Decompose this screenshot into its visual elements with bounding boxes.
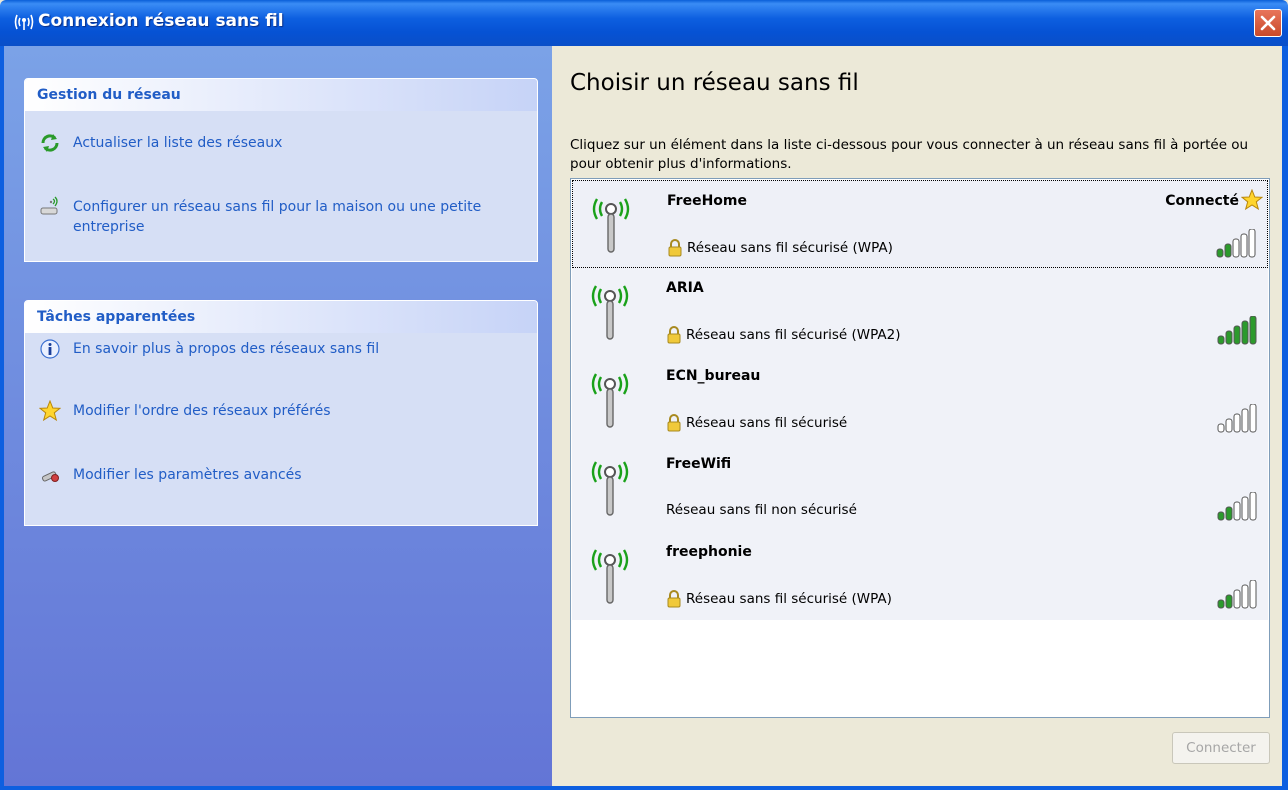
network-name: ARIA xyxy=(666,280,704,296)
wireless-network-icon xyxy=(14,14,34,30)
network-item[interactable]: ECN_bureau Réseau sans fil sécurisé xyxy=(572,356,1268,444)
refresh-networks-link[interactable]: Actualiser la liste des réseaux xyxy=(39,133,513,154)
learn-wireless-label: En savoir plus à propos des réseaux sans… xyxy=(73,341,380,357)
title-bar[interactable]: Connexion réseau sans fil xyxy=(0,0,1288,46)
page-title: Choisir un réseau sans fil xyxy=(570,70,859,96)
wireless-setup-icon xyxy=(40,196,58,215)
main-pane: Choisir un réseau sans fil Cliquez sur u… xyxy=(552,46,1282,786)
connection-status: Connecté xyxy=(1165,193,1239,209)
network-security-label: Réseau sans fil sécurisé xyxy=(686,415,848,431)
setup-wireless-network-label: Configurer un réseau sans fil pour la ma… xyxy=(73,199,482,235)
network-security-label: Réseau sans fil non sécurisé xyxy=(666,502,857,518)
refresh-networks-label: Actualiser la liste des réseaux xyxy=(73,135,283,151)
lock-icon xyxy=(668,239,682,257)
signal-strength-icon xyxy=(1216,229,1256,258)
lock-icon xyxy=(667,326,681,344)
signal-strength-icon xyxy=(1217,404,1257,433)
network-name: FreeWifi xyxy=(666,456,732,472)
network-name: FreeHome xyxy=(667,193,747,209)
network-security: Réseau sans fil sécurisé xyxy=(666,414,847,432)
advanced-settings-link[interactable]: Modifier les paramètres avancés xyxy=(39,465,513,486)
network-security-label: Réseau sans fil sécurisé (WPA2) xyxy=(686,327,901,343)
wireless-antenna-icon xyxy=(591,549,629,604)
task-pane: Gestion du réseau Actualiser la liste de… xyxy=(4,46,552,786)
network-name: ECN_bureau xyxy=(666,368,761,384)
connect-button[interactable]: Connecter xyxy=(1172,732,1270,764)
signal-strength-icon xyxy=(1217,316,1257,345)
network-security-label: Réseau sans fil sécurisé (WPA) xyxy=(687,240,893,256)
network-security: Réseau sans fil sécurisé (WPA) xyxy=(667,239,893,257)
window-title: Connexion réseau sans fil xyxy=(38,11,284,31)
preferred-order-label: Modifier l'ordre des réseaux préférés xyxy=(73,403,331,419)
wireless-antenna-icon xyxy=(591,285,629,340)
advanced-settings-label: Modifier les paramètres avancés xyxy=(73,467,302,483)
window-frame: Gestion du réseau Actualiser la liste de… xyxy=(0,46,1288,790)
network-security: Réseau sans fil sécurisé (WPA2) xyxy=(666,326,901,344)
star-icon xyxy=(39,400,61,422)
related-tasks-header: Tâches apparentées xyxy=(25,301,537,333)
signal-strength-icon xyxy=(1217,492,1257,521)
settings-icon xyxy=(41,471,59,482)
instructions-text: Cliquez sur un élément dans la liste ci-… xyxy=(570,137,1249,172)
network-item[interactable]: FreeWifi Réseau sans fil non sécurisé xyxy=(572,444,1268,532)
network-item[interactable]: ARIA Réseau sans fil sécurisé (WPA2) xyxy=(572,268,1268,356)
signal-strength-icon xyxy=(1217,580,1257,609)
network-security: Réseau sans fil sécurisé (WPA) xyxy=(666,590,892,608)
network-tasks-header: Gestion du réseau xyxy=(25,79,537,111)
lock-icon xyxy=(667,414,681,432)
refresh-icon xyxy=(41,134,59,152)
preferred-order-link[interactable]: Modifier l'ordre des réseaux préférés xyxy=(39,400,513,422)
close-button[interactable] xyxy=(1254,9,1282,37)
lock-icon xyxy=(667,590,681,608)
related-tasks-panel: Tâches apparentées En savoir plus à prop… xyxy=(24,300,538,526)
wireless-antenna-icon xyxy=(591,461,629,516)
close-icon xyxy=(1260,15,1276,31)
network-security: Réseau sans fil non sécurisé xyxy=(666,502,857,518)
wireless-antenna-icon xyxy=(591,373,629,428)
network-list[interactable]: FreeHome Réseau sans fil sécurisé (WPA) Co… xyxy=(570,178,1270,718)
network-security-label: Réseau sans fil sécurisé (WPA) xyxy=(686,591,892,607)
network-name: freephonie xyxy=(666,544,752,560)
setup-wireless-network-link[interactable]: Configurer un réseau sans fil pour la ma… xyxy=(39,196,513,237)
network-item[interactable]: FreeHome Réseau sans fil sécurisé (WPA) Co… xyxy=(572,180,1268,268)
network-tasks-panel: Gestion du réseau Actualiser la liste de… xyxy=(24,78,538,262)
info-icon xyxy=(40,339,60,359)
preferred-star-icon xyxy=(1241,189,1263,211)
learn-wireless-link[interactable]: En savoir plus à propos des réseaux sans… xyxy=(39,339,513,360)
wireless-antenna-icon xyxy=(592,198,630,253)
network-item[interactable]: freephonie Réseau sans fil sécurisé (WPA) xyxy=(572,532,1268,620)
window-content: Gestion du réseau Actualiser la liste de… xyxy=(4,46,1282,786)
